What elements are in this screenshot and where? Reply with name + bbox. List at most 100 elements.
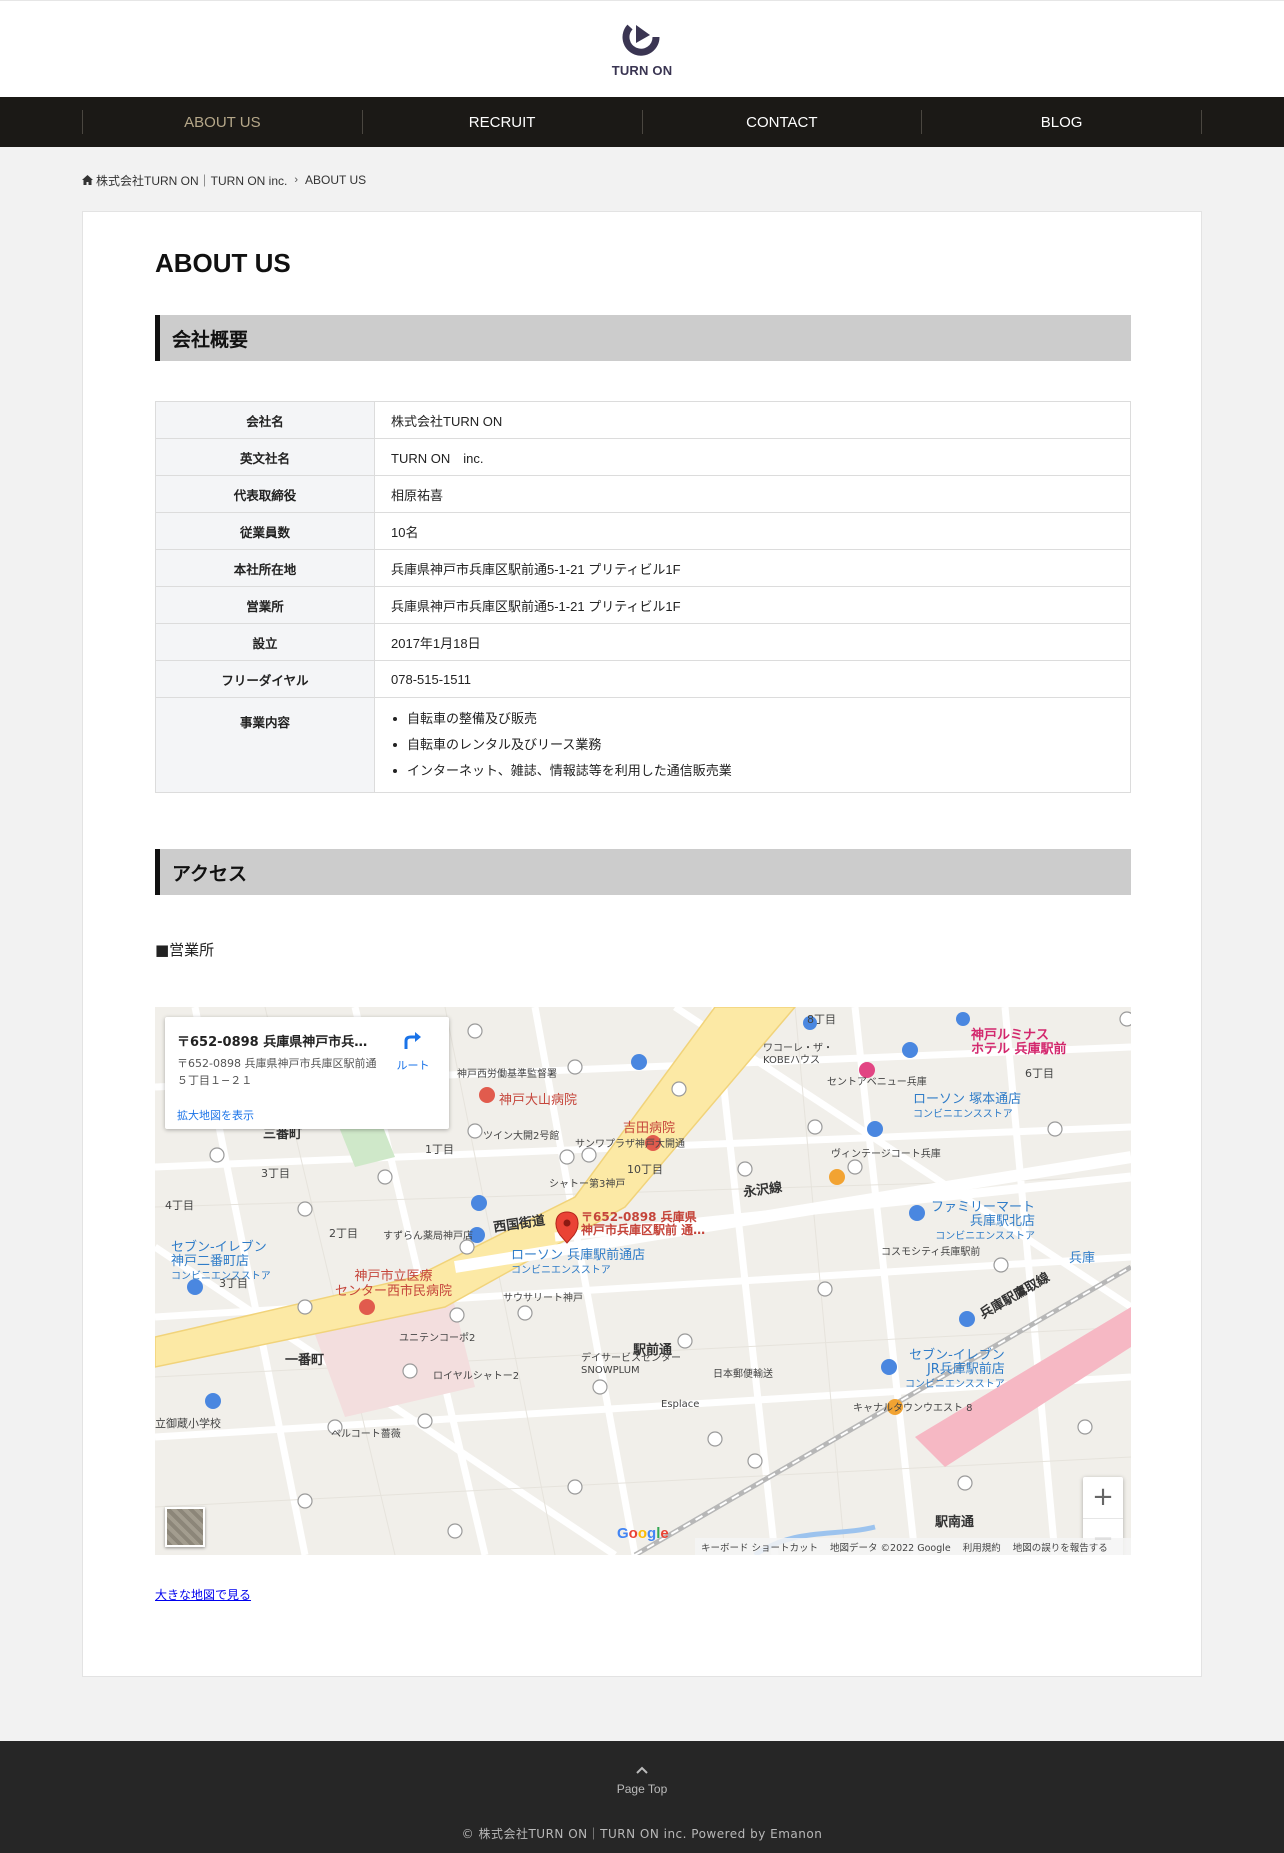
site-header: TURN ON [0,0,1284,97]
row-label: 設立 [155,623,375,661]
section-heading-company: 会社概要 [155,315,1131,361]
row-value: 株式会社TURN ON [374,401,1131,439]
map-label: コスモシティ兵庫駅前 [881,1247,981,1258]
logo-mark-icon [622,24,660,56]
map-label: ローソン 兵庫駅前通店 コンビニエンスストア [511,1248,646,1277]
map-label: セブン-イレブン JR兵庫駅前店 コンビニエンスストア [905,1348,1005,1391]
table-row: フリーダイヤル 078-515-1511 [155,660,1131,698]
table-row: 設立 2017年1月18日 [155,623,1131,661]
map-label: 神戸市立医療 センター西市民病院 [335,1269,453,1299]
google-map[interactable]: 三番町 一番町 西国街道 永沢線 駅前通 兵庫駅鷹取線 駅南通 神戸大山病院 吉… [155,1007,1131,1555]
map-label: ツイン大開2号館 [483,1131,560,1142]
map-label: 神戸ルミナス ホテル 兵庫駅前 [971,1028,1067,1057]
directions-label: ルート [396,1059,430,1072]
row-label: 英文社名 [155,438,375,476]
zoom-in-button[interactable]: + [1083,1477,1123,1517]
nav-item-blog[interactable]: BLOG [922,110,1202,134]
map-label: 1丁目 [425,1143,454,1156]
map-label: 10丁目 [627,1163,663,1176]
map-label: ローソン 塚本通店 コンビニエンスストア [913,1092,1022,1121]
breadcrumb-home-label: 株式会社TURN ON｜TURN ON inc. [96,173,288,188]
row-label: フリーダイヤル [155,660,375,698]
logo-text: TURN ON [611,63,673,78]
view-larger-map-link[interactable]: 拡大地図を表示 [177,1107,254,1123]
satellite-toggle-thumbnail[interactable] [165,1507,205,1547]
row-label: 従業員数 [155,512,375,550]
report-error-link[interactable]: 地図の誤りを報告する [1013,1540,1108,1554]
company-info-table: 会社名 株式会社TURN ON 英文社名 TURN ON inc. 代表取締役 … [155,401,1131,793]
row-value: 兵庫県神戸市兵庫区駅前通5-1-21 プリティビル1F [374,586,1131,624]
info-card-title: 〒652-0898 兵庫県神戸市兵庫区駅前通 [177,1035,377,1050]
nav-item-about[interactable]: ABOUT US [83,110,363,134]
breadcrumb: 株式会社TURN ON｜TURN ON inc. › ABOUT US [82,172,366,188]
row-value: 078-515-1511 [374,660,1131,698]
row-value: 2017年1月18日 [374,623,1131,661]
row-label: 代表取締役 [155,475,375,513]
page-top-button[interactable]: Page Top [592,1759,692,1796]
section-heading-access: アクセス [155,849,1131,895]
copyright-text: © 株式会社TURN ON｜TURN ON inc. Powered by Em… [461,1827,823,1841]
map-label: 一番町 [285,1353,325,1368]
map-label: 日本郵便輸送 [713,1369,773,1380]
map-attribution-bar: キーボード ショートカット 地図データ ©2022 Google 利用規約 地図… [695,1538,1131,1555]
map-label: 兵庫 [1069,1251,1096,1266]
map-label: すずらん薬局神戸店 [383,1231,473,1242]
breadcrumb-home-link[interactable]: 株式会社TURN ON｜TURN ON inc. [82,172,287,189]
table-row: 事業内容 自転車の整備及び販売 自転車のレンタル及びリース業務 インターネット、… [155,697,1131,793]
terms-link[interactable]: 利用規約 [963,1540,1001,1554]
map-data-attribution: 地図データ ©2022 Google [830,1542,951,1554]
main-content: ABOUT US 会社概要 会社名 株式会社TURN ON 英文社名 TURN … [82,211,1202,1677]
row-label: 営業所 [155,586,375,624]
map-label: 2丁目 [329,1227,358,1240]
map-label: ヴィンテージコート兵庫 [831,1149,941,1160]
business-list-cell: 自転車の整備及び販売 自転車のレンタル及びリース業務 インターネット、雑誌、情報… [374,697,1131,793]
nav-item-contact[interactable]: CONTACT [643,110,923,134]
breadcrumb-current: ABOUT US [305,173,367,187]
map-info-card: 〒652-0898 兵庫県神戸市兵庫区駅前通 〒652-0898 兵庫県神戸市兵… [165,1017,449,1129]
global-nav: ABOUT US RECRUIT CONTACT BLOG [0,97,1284,147]
directions-button[interactable]: ルート [389,1027,437,1072]
map-label: 駅南通 [935,1515,975,1530]
row-value: 相原祐喜 [374,475,1131,513]
map-label: シャトー第3神戸 [549,1179,626,1190]
map-label: サンワプラザ神戸大開通 [575,1139,685,1150]
home-icon [82,175,93,185]
map-label: 3丁目 [219,1277,248,1290]
map-label: 神戸大山病院 [499,1093,578,1108]
open-large-map-link[interactable]: 大きな地図で見る [155,1586,251,1603]
keyboard-shortcuts-link[interactable]: キーボード ショートカット [701,1540,818,1554]
chevron-up-icon [636,1766,648,1774]
site-footer: Page Top © 株式会社TURN ON｜TURN ON inc. Powe… [0,1741,1284,1853]
chevron-right-icon: › [294,174,299,186]
map-label: Esplace [661,1399,700,1410]
row-label: 会社名 [155,401,375,439]
list-item: インターネット、雑誌、情報誌等を利用した通信販売業 [391,758,1130,784]
map-label: 神戸西労働基準監督署 [457,1069,557,1080]
map-label: ベルコート薔薇 [331,1429,401,1440]
map-label: 吉田病院 [623,1121,676,1136]
table-row: 会社名 株式会社TURN ON [155,401,1131,439]
map-marker-label: 〒652-0898 兵庫県 神戸市兵庫区駅前 通… [581,1210,706,1237]
table-row: 英文社名 TURN ON inc. [155,438,1131,476]
info-card-address: 〒652-0898 兵庫県神戸市兵庫区駅前通５丁目１−２１ [177,1057,377,1087]
table-row: 代表取締役 相原祐喜 [155,475,1131,513]
map-label: 6丁目 [1025,1067,1054,1080]
map-label: 立御蔵小学校 [155,1417,221,1430]
map-label: デイサービスセンターSNOWPLUM [581,1353,681,1376]
map-label: ロイヤルシャトー2 [433,1371,520,1382]
office-label: ■営業所 [155,941,215,959]
google-logo: Google [617,1525,669,1542]
map-label: ユニテンコーポ2 [399,1333,476,1344]
row-label: 本社所在地 [155,549,375,587]
row-value: TURN ON inc. [374,438,1131,476]
directions-icon [404,1032,421,1049]
page-top-label: Page Top [616,1782,668,1796]
site-logo[interactable]: TURN ON [606,23,678,79]
map-label: 4丁目 [165,1199,194,1212]
table-row: 本社所在地 兵庫県神戸市兵庫区駅前通5-1-21 プリティビル1F [155,549,1131,587]
business-list: 自転車の整備及び販売 自転車のレンタル及びリース業務 インターネット、雑誌、情報… [391,706,1130,784]
table-row: 営業所 兵庫県神戸市兵庫区駅前通5-1-21 プリティビル1F [155,586,1131,624]
map-label: セントアベニュー兵庫 [827,1077,927,1088]
list-item: 自転車の整備及び販売 [391,706,1130,732]
nav-item-recruit[interactable]: RECRUIT [363,110,643,134]
